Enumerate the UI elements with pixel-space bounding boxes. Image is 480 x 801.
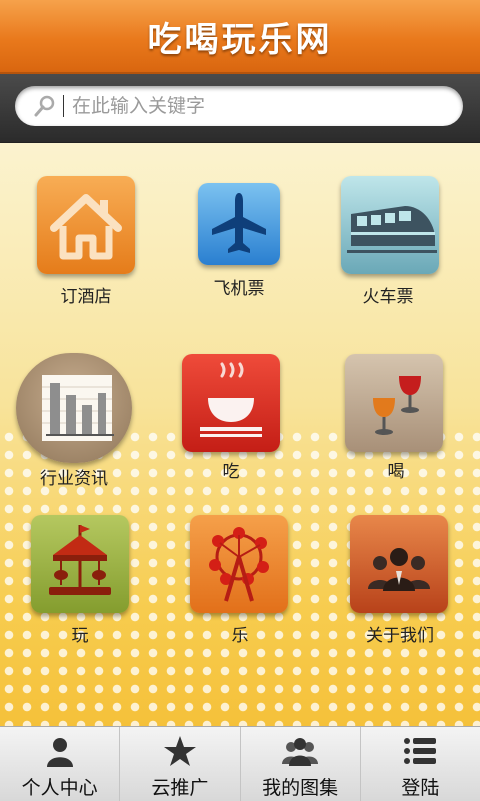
nav-label-promo: 云推广	[151, 777, 209, 799]
nav-label-profile: 个人中心	[21, 777, 98, 799]
nav-item-gallery[interactable]: 我的图集	[241, 727, 361, 801]
title-bar: 吃喝玩乐网	[0, 0, 480, 74]
train-icon	[341, 176, 439, 274]
grid-label-hotel: 订酒店	[60, 287, 112, 307]
star-icon	[163, 731, 197, 771]
rice-bowl-icon	[182, 354, 280, 452]
people-group-icon	[350, 515, 448, 613]
grid-label-train: 火车票	[362, 287, 414, 307]
group-icon	[281, 731, 319, 771]
nav-item-promo[interactable]: 云推广	[120, 727, 241, 801]
bottom-nav: 个人中心 云推广 我的图集 登陆	[0, 726, 480, 801]
grid-label-flight: 飞机票	[213, 279, 265, 299]
nav-label-gallery: 我的图集	[262, 777, 339, 799]
search-bar	[0, 74, 480, 143]
grid-label-drink: 喝	[387, 462, 405, 482]
grid-label-play: 玩	[71, 626, 89, 646]
grid-label-fun: 乐	[231, 626, 249, 646]
grid-label-news: 行业资讯	[40, 469, 108, 489]
airplane-icon	[198, 183, 280, 265]
search-icon	[31, 92, 59, 120]
house-icon	[37, 176, 135, 274]
search-input[interactable]	[70, 94, 454, 118]
person-icon	[43, 731, 77, 771]
wine-glass-icon	[345, 354, 443, 452]
text-cursor	[63, 95, 64, 117]
main-content: 订酒店 飞机票 火车票 行业资讯 吃 喝 玩 乐 关于我们	[0, 143, 480, 726]
grid-label-eat: 吃	[222, 462, 240, 482]
nav-item-profile[interactable]: 个人中心	[0, 727, 121, 801]
grid-label-about: 关于我们	[366, 626, 434, 646]
list-icon	[403, 731, 437, 771]
carousel-icon	[31, 515, 129, 613]
bar-chart-icon	[16, 353, 132, 463]
nav-item-login[interactable]: 登陆	[361, 727, 480, 801]
ferris-wheel-icon	[190, 515, 288, 613]
nav-label-login: 登陆	[401, 777, 440, 799]
search-box[interactable]	[15, 86, 463, 126]
app-title: 吃喝玩乐网	[147, 19, 333, 60]
